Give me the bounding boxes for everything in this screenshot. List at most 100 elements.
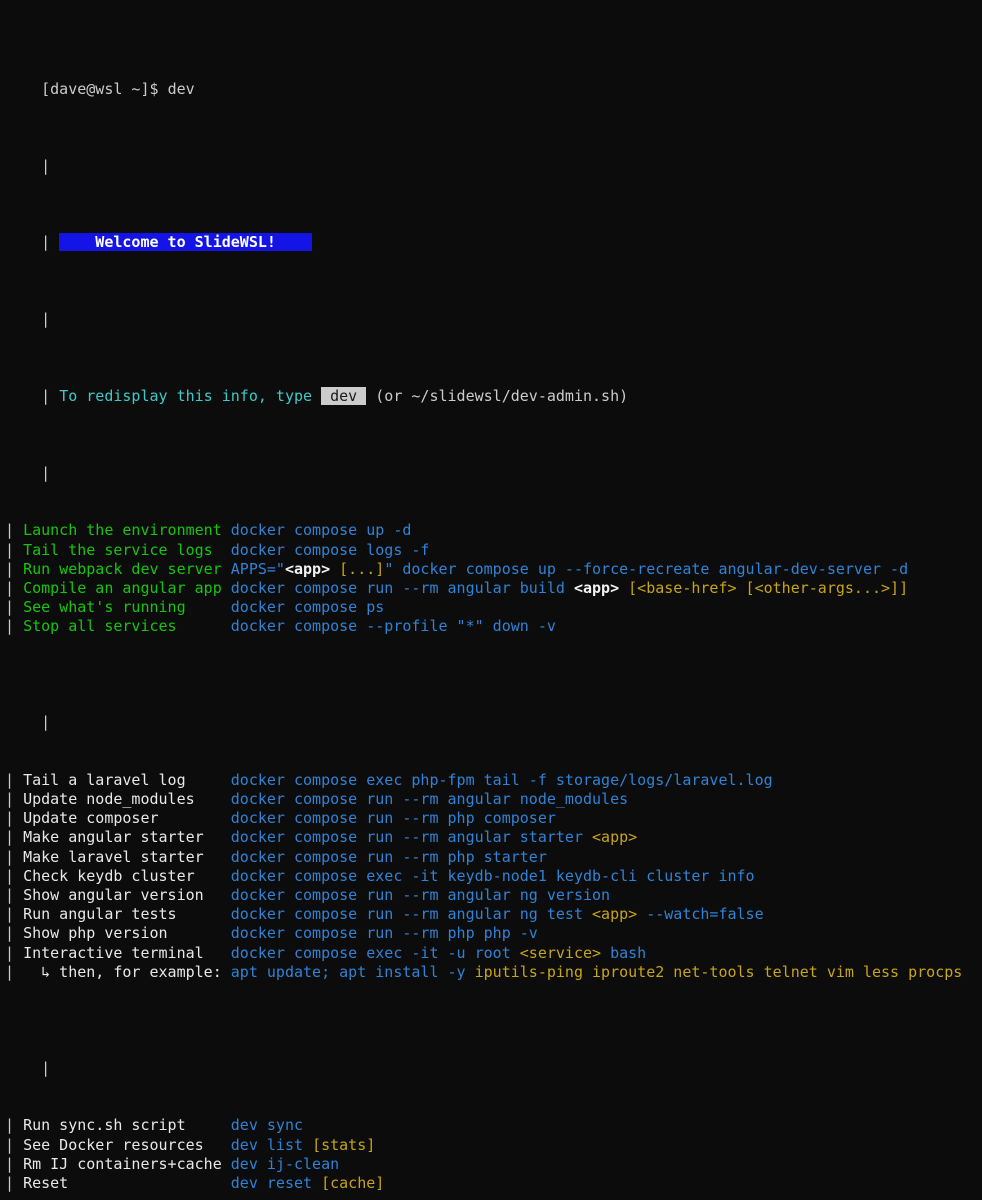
command-label: Show angular version [23, 886, 231, 905]
gutter-pipe: | [41, 1058, 51, 1077]
command-text-segment: docker compose run --rm angular ng test [230, 905, 593, 924]
command-label: Run webpack dev server [23, 559, 231, 578]
command-label: Check keydb cluster [23, 866, 231, 885]
dev-kbd-badge: dev [321, 387, 367, 405]
command-text-segment: docker compose exec php-fpm tail -f stor… [230, 770, 773, 789]
command-text-segment: docker compose exec -it keydb-node1 keyd… [230, 866, 755, 885]
command-label: Tail a laravel log [23, 770, 231, 789]
command-label: Reset [23, 1173, 231, 1192]
command-text-segment: " docker compose up --force-recreate ang… [384, 559, 909, 578]
command-text-segment: dev sync [230, 1116, 304, 1135]
command-text-segment: docker compose logs -f [230, 540, 430, 559]
command-row: | Stop all services docker compose --pro… [0, 617, 982, 636]
command-label: Tail the service logs [23, 540, 231, 559]
gutter-pipe: | [5, 540, 15, 559]
command-text-segment: --watch=false [637, 905, 764, 924]
redisplay-prefix: To redisplay this info, type [59, 387, 322, 405]
gutter-pipe: | [5, 1116, 15, 1135]
gutter-pipe: | [5, 578, 15, 597]
command-text-segment: docker compose run --rm angular ng versi… [230, 886, 611, 905]
gutter-pipe: | [5, 1173, 15, 1192]
command-row: | Rm IJ containers+cache dev ij-clean [0, 1155, 982, 1174]
command-text-segment: <service> [519, 943, 602, 962]
command-label: Stop all services [23, 617, 231, 636]
gutter-pipe: | [5, 809, 15, 828]
gutter-line: | [0, 694, 982, 731]
command-text-segment: bash [601, 943, 647, 962]
gutter-pipe: | [41, 387, 51, 405]
terminal-window[interactable]: [dave@wsl ~]$ dev | | Welcome to SlideWS… [0, 0, 982, 1192]
command-text-segment [330, 560, 339, 578]
command-text-segment: docker compose exec -it -u root [230, 943, 520, 962]
command-text-segment: dev list [230, 1135, 313, 1154]
gutter-pipe: | [5, 617, 15, 636]
gutter-pipe: | [5, 866, 15, 885]
command-label: Run sync.sh script [23, 1116, 231, 1135]
gutter-pipe: | [5, 905, 15, 924]
command-text-segment: docker compose --profile "*" down -v [230, 617, 556, 636]
command-text-segment: docker compose up -d [230, 521, 412, 540]
gutter-pipe: | [41, 713, 51, 732]
gutter-pipe: | [5, 962, 15, 981]
gutter-pipe: | [5, 770, 15, 789]
command-row: | Tail the service logs docker compose l… [0, 541, 982, 560]
command-row: | Update composer docker compose run --r… [0, 809, 982, 828]
gutter-pipe: | [5, 521, 15, 540]
command-row: | ↳ then, for example: apt update; apt i… [0, 963, 982, 982]
gutter-line: | [0, 137, 982, 175]
gutter-pipe: | [5, 559, 15, 578]
gutter-pipe: | [5, 828, 15, 847]
gutter-line: | [0, 1040, 982, 1077]
command-row: | Show angular version docker compose ru… [0, 886, 982, 905]
gutter-pipe: | [5, 1135, 15, 1154]
command-text-segment: <app> [592, 905, 638, 924]
command-label: Make laravel starter [23, 847, 231, 866]
welcome-banner: Welcome to SlideWSL! [59, 233, 313, 252]
gutter-line: | [0, 445, 982, 482]
banner-spacer [50, 233, 59, 251]
command-text-segment: iputils-ping iproute2 net-tools telnet v… [474, 962, 963, 981]
command-row: | Check keydb cluster docker compose exe… [0, 867, 982, 886]
gutter-pipe: | [41, 463, 51, 482]
redisplay-suffix: (or ~/slidewsl/dev-admin.sh) [366, 387, 629, 405]
command-row: | Launch the environment docker compose … [0, 521, 982, 540]
command-text-segment: [...] [339, 559, 385, 578]
command-row: | Reset dev reset [cache] [0, 1174, 982, 1193]
command-text-segment: [<base-href> [<other-args...>]] [628, 578, 909, 597]
command-section-secondary: | Tail a laravel log docker compose exec… [0, 771, 982, 982]
command-row: | Make laravel starter docker compose ru… [0, 848, 982, 867]
command-text-segment: dev ij-clean [230, 1154, 340, 1173]
gutter-pipe: | [5, 847, 15, 866]
command-text-segment: apt update; apt install -y [230, 962, 475, 981]
gutter-pipe: | [41, 233, 51, 252]
gutter-pipe: | [5, 1154, 15, 1173]
command-row: | Tail a laravel log docker compose exec… [0, 771, 982, 790]
command-label: ↳ then, for example: [23, 962, 231, 981]
command-text-segment [619, 579, 628, 597]
command-text-segment: <app> [592, 828, 638, 847]
gutter-pipe: | [5, 790, 15, 809]
command-text-segment: docker compose run --rm angular node_mod… [230, 790, 629, 809]
command-label: Interactive terminal [23, 943, 231, 962]
command-row: | Run angular tests docker compose run -… [0, 905, 982, 924]
command-text-segment: docker compose run --rm angular build [230, 578, 574, 597]
command-text-segment: [cache] [321, 1173, 385, 1192]
command-text-segment: docker compose ps [230, 598, 385, 617]
shell-prompt-top: [dave@wsl ~]$ [41, 79, 168, 98]
redisplay-line: | To redisplay this info, type dev (or ~… [0, 368, 982, 405]
command-label: Run angular tests [23, 905, 231, 924]
command-label: Update node_modules [23, 790, 231, 809]
command-row: | See what's running docker compose ps [0, 598, 982, 617]
